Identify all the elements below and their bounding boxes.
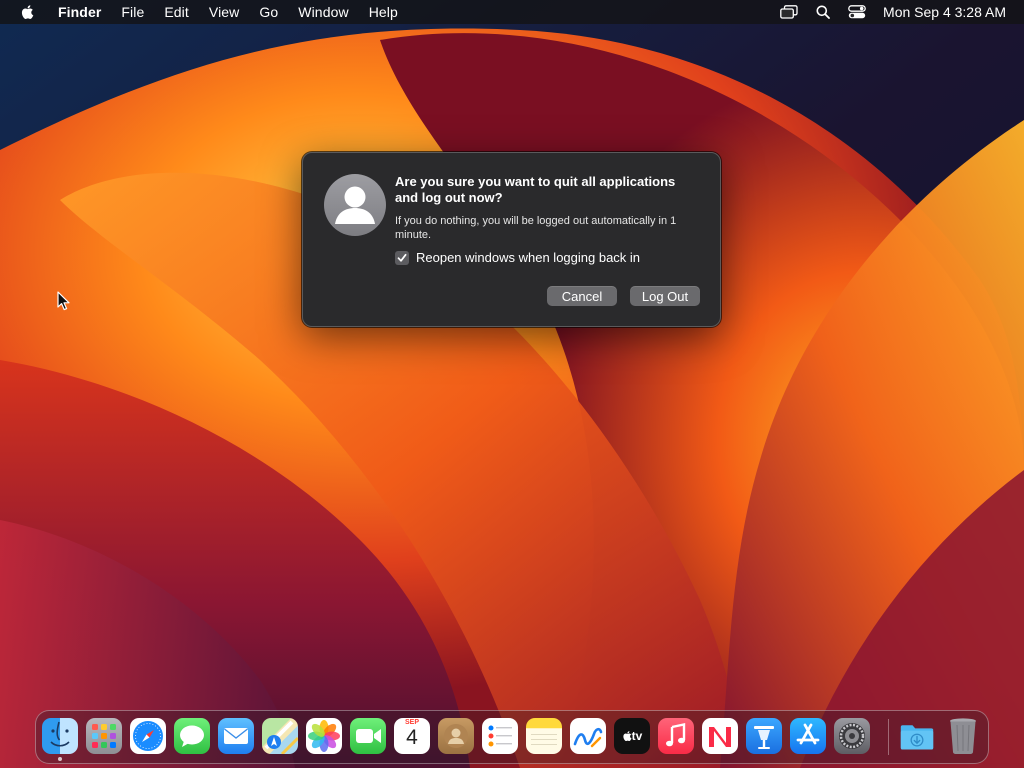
dock-system-settings[interactable] xyxy=(834,718,870,754)
user-avatar-icon xyxy=(324,174,386,236)
dock-music[interactable] xyxy=(658,718,694,754)
cancel-button[interactable]: Cancel xyxy=(547,286,617,306)
dock: SEP 4 tv xyxy=(35,710,989,764)
trash-icon xyxy=(950,718,976,754)
maps-icon xyxy=(264,720,298,754)
dock-trash[interactable] xyxy=(945,718,981,754)
dock-launchpad[interactable] xyxy=(86,718,122,754)
menu-bar-clock[interactable]: Mon Sep 4 3:28 AM xyxy=(883,4,1006,20)
dock-contacts[interactable] xyxy=(438,718,474,754)
freeform-icon xyxy=(573,727,603,748)
dock-calendar[interactable]: SEP 4 xyxy=(394,718,430,754)
dock-apple-tv[interactable]: tv xyxy=(614,718,650,754)
dialog-message: If you do nothing, you will be logged ou… xyxy=(395,215,677,241)
menu-view[interactable]: View xyxy=(209,4,240,20)
desktop: Finder File Edit View Go Window Help Mon… xyxy=(0,0,1024,768)
finder-icon xyxy=(50,721,70,747)
dock-facetime[interactable] xyxy=(350,718,386,754)
music-icon xyxy=(666,723,686,747)
apple-tv-label: tv xyxy=(631,729,643,743)
checkmark-icon xyxy=(397,253,407,262)
log-out-button[interactable]: Log Out xyxy=(630,286,700,306)
dock-news[interactable] xyxy=(702,718,738,754)
control-center-icon[interactable] xyxy=(847,3,867,21)
dock-maps[interactable] xyxy=(262,718,298,754)
logout-confirmation-dialog: Are you sure you want to quit all applic… xyxy=(302,152,721,327)
dialog-title: Are you sure you want to quit all applic… xyxy=(395,174,676,205)
mail-icon xyxy=(224,728,248,744)
menu-go[interactable]: Go xyxy=(259,4,278,20)
news-icon xyxy=(709,727,731,747)
reopen-windows-option[interactable]: Reopen windows when logging back in xyxy=(395,250,640,265)
dock-reminders[interactable] xyxy=(482,718,518,754)
calendar-month-label: SEP xyxy=(404,719,419,726)
dock-finder[interactable] xyxy=(42,718,78,754)
dock-safari[interactable] xyxy=(130,718,166,754)
safari-icon xyxy=(133,721,163,751)
apple-tv-icon xyxy=(623,731,632,742)
mouse-cursor-icon xyxy=(57,291,70,311)
photos-icon xyxy=(308,720,340,752)
reminders-icon xyxy=(488,725,512,747)
system-settings-icon xyxy=(839,723,865,749)
menu-window[interactable]: Window xyxy=(298,4,348,20)
dock-separator xyxy=(888,719,889,755)
reopen-windows-checkbox[interactable] xyxy=(395,250,409,265)
dock-photos[interactable] xyxy=(306,718,342,754)
dock-freeform[interactable] xyxy=(570,718,606,754)
dock-keynote[interactable] xyxy=(746,718,782,754)
downloads-folder-icon xyxy=(900,725,934,750)
menu-file[interactable]: File xyxy=(121,4,144,20)
reopen-windows-label: Reopen windows when logging back in xyxy=(416,250,641,265)
apple-menu-icon[interactable] xyxy=(18,3,36,21)
calendar-day-label: 4 xyxy=(406,726,418,749)
facetime-icon xyxy=(356,729,381,743)
launchpad-icon xyxy=(92,724,116,748)
dock-downloads-folder[interactable] xyxy=(899,718,935,754)
menu-bar: Finder File Edit View Go Window Help Mon… xyxy=(0,0,1024,24)
wallpaper xyxy=(0,0,1024,768)
dock-messages[interactable] xyxy=(174,718,210,754)
notes-icon xyxy=(531,734,557,745)
dock-notes[interactable] xyxy=(526,718,562,754)
dock-app-store[interactable] xyxy=(790,718,826,754)
menu-help[interactable]: Help xyxy=(369,4,398,20)
spotlight-search-icon[interactable] xyxy=(813,3,833,21)
menu-bar-status-area: Mon Sep 4 3:28 AM xyxy=(765,0,1006,24)
messages-icon xyxy=(180,725,204,747)
app-store-icon xyxy=(796,723,820,745)
keynote-icon xyxy=(754,726,774,749)
menu-edit[interactable]: Edit xyxy=(164,4,189,20)
dock-mail[interactable] xyxy=(218,718,254,754)
screen-mirroring-icon[interactable] xyxy=(779,3,799,21)
menu-app-finder[interactable]: Finder xyxy=(58,4,101,20)
contacts-icon xyxy=(444,724,468,748)
finder-running-indicator xyxy=(58,757,62,761)
